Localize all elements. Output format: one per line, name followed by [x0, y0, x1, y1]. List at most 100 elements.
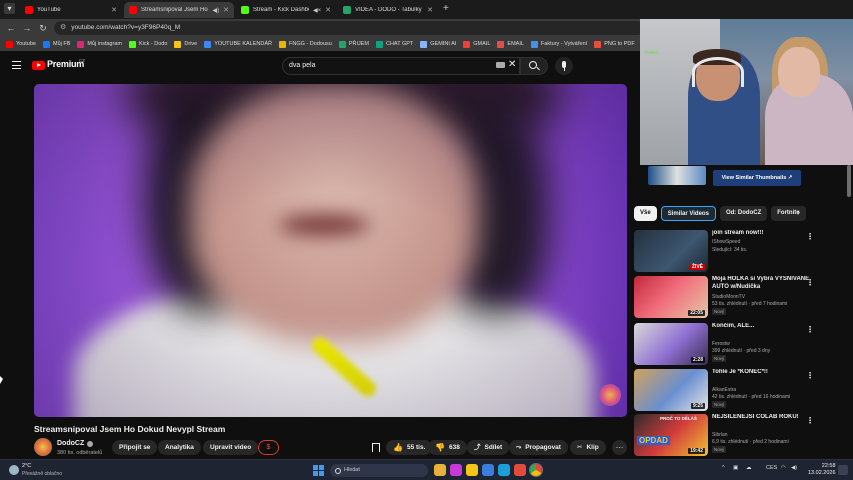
speaker-icon[interactable]: ◀) [213, 7, 220, 14]
clear-search-icon[interactable]: ✕ [508, 59, 516, 70]
taskbar-search-input[interactable]: Hledat [330, 464, 428, 477]
close-tab-icon[interactable]: ✕ [111, 6, 117, 14]
tray-cloud-icon[interactable]: ☁ [746, 465, 752, 471]
more-options-icon[interactable]: ⋮ [806, 325, 814, 334]
more-options-icon[interactable]: ⋮ [806, 278, 814, 287]
more-options-icon[interactable]: ⋮ [806, 371, 814, 380]
recommendation-thumbnail[interactable]: 2:28 [634, 323, 708, 365]
bookmark-item[interactable]: PŘIJEM [338, 40, 369, 48]
bookmark-item[interactable]: Kick - Dodo [128, 40, 167, 48]
recommendation-thumbnail[interactable]: PROČ TO DĚLÁŠ OPDAD 19:42 [634, 414, 708, 456]
back-arrow-icon[interactable]: ← [4, 21, 18, 35]
youtube-logo-icon[interactable] [32, 61, 45, 70]
bookmark-item[interactable]: Faktury - Vytváření [530, 40, 587, 48]
recommendation-item[interactable]: 2:28 Končím, ALE... Ferostw 399 zhlédnutí ·… [634, 323, 844, 367]
browser-tab-active[interactable]: Streamsnipoval Jsem Ho Do ◀) ✕ [124, 2, 234, 18]
site-info-icon[interactable]: ⚙ [60, 21, 66, 35]
promote-button[interactable]: ⤳ Propagovat [509, 440, 568, 455]
video-player[interactable] [34, 84, 627, 417]
taskbar-app-icon[interactable] [514, 464, 526, 476]
taskbar-app-icon[interactable] [434, 464, 446, 476]
channel-avatar[interactable] [34, 438, 52, 456]
recommendation-item[interactable]: PROČ TO DĚLÁŠ OPDAD 19:42 NEJŠÍLENĚJŠÍ COLA… [634, 414, 844, 458]
chrome-taskbar-icon[interactable] [530, 464, 542, 476]
bookmark-item[interactable]: GEMINI AI [420, 40, 456, 48]
bookmark-item[interactable]: EMAIL [497, 40, 524, 48]
channel-name[interactable]: DodoCZ [57, 440, 94, 447]
search-input[interactable]: dva pela [282, 57, 520, 75]
bookmark-item[interactable]: PNG to PDF [594, 40, 635, 48]
weather-temperature[interactable]: 2°C [22, 463, 31, 469]
more-options-icon[interactable]: ⋮ [806, 232, 814, 241]
more-options-icon[interactable]: ⋮ [806, 416, 814, 425]
new-tab-button[interactable]: + [443, 3, 449, 14]
bookmark-item[interactable]: Můj FB [43, 40, 70, 48]
taskbar-app-icon[interactable] [482, 464, 494, 476]
recommendation-item[interactable]: ŽIVĚ join stream now!!! IShowSpeed Sledujíc… [634, 230, 844, 274]
browser-tab[interactable]: Stream - Kick Dashboard ◀× ✕ [236, 2, 336, 18]
bookmark-item[interactable]: Youtube [6, 40, 36, 48]
forward-arrow-icon[interactable]: → [20, 21, 34, 35]
view-similar-thumbnails-button[interactable]: View Similar Thumbnails ↗ [713, 170, 801, 186]
channel-watermark-icon[interactable] [599, 384, 621, 406]
reload-icon[interactable]: ↻ [36, 21, 50, 35]
recommendation-channel[interactable]: AlkanExtra [712, 387, 736, 393]
recommendation-channel[interactable]: StudioMoonTV [712, 294, 745, 300]
dislike-button[interactable]: 👎 638 [428, 440, 467, 455]
recommendation-channel[interactable]: Sibrlan [712, 432, 728, 438]
cloud-icon[interactable] [9, 465, 19, 475]
share-button[interactable]: ⤴ Sdílet [467, 440, 510, 455]
analytics-button[interactable]: Analytika [158, 440, 201, 455]
close-tab-icon[interactable]: ✕ [223, 6, 229, 14]
close-tab-icon[interactable]: ✕ [427, 6, 433, 14]
bookmark-item[interactable]: FNGG - Dodousu [279, 40, 332, 48]
language-indicator[interactable]: CES [766, 465, 777, 471]
recommendation-item[interactable]: 22:05 Moja HOLKA si Vybrá VYSNÍVANÉ AUTO … [634, 276, 844, 320]
chip-from-channel[interactable]: Od: DodoCZ [719, 206, 768, 221]
taskbar-app-icon[interactable] [498, 464, 510, 476]
volume-icon[interactable]: ◀) [791, 465, 797, 471]
browser-tab[interactable]: YouTube ✕ [20, 2, 122, 18]
chip-similar-videos[interactable]: Similar Videos [660, 206, 716, 221]
recommendation-thumbnail[interactable]: ŽIVĚ [634, 230, 708, 272]
bookmark-item[interactable]: CHAT GPT [375, 40, 413, 48]
edit-video-button[interactable]: Upravit video [203, 440, 259, 455]
tray-app-icon[interactable]: ▣ [733, 465, 738, 471]
weather-description[interactable]: Převážně oblačno [22, 471, 62, 477]
recommendation-channel[interactable]: Ferostw [712, 341, 730, 347]
super-thanks-button[interactable]: $ [258, 440, 279, 455]
taskbar-app-icon[interactable] [466, 464, 478, 476]
search-button[interactable] [520, 57, 548, 75]
recommendation-item[interactable]: 9:25 Tohle Je *KONEC*!! AlkanExtra 42 tis. … [634, 369, 844, 413]
tray-overflow-icon[interactable]: ^ [722, 465, 725, 471]
close-tab-icon[interactable]: ✕ [325, 6, 331, 14]
page-scrollbar[interactable] [847, 165, 851, 197]
browser-tab[interactable]: VIDEA - DODO - Tabulky Googl ✕ [338, 2, 438, 18]
notification-icon[interactable] [838, 465, 848, 475]
taskbar-app-icon[interactable] [450, 464, 462, 476]
system-clock[interactable]: 22:58 13.02.2026 [808, 463, 836, 477]
current-thumbnail-preview[interactable] [648, 166, 706, 185]
wifi-icon[interactable]: ◠ [781, 465, 786, 471]
chip-fortnite[interactable]: Fortnite [771, 206, 806, 221]
clip-button[interactable]: ✂ Klip [570, 440, 606, 455]
bookmark-item[interactable]: Drive [174, 40, 197, 48]
keyboard-icon[interactable] [496, 62, 505, 68]
voice-search-mic-icon[interactable] [555, 57, 573, 75]
chip-all[interactable]: Vše [634, 206, 657, 221]
tab-search-icon[interactable]: ▾ [4, 3, 15, 14]
url-bar[interactable]: ⚙ youtube.com/watch?v=y3F96P40q_M [54, 21, 644, 35]
save-bookmark-icon[interactable] [366, 441, 384, 455]
muted-speaker-icon[interactable]: ◀× [313, 7, 321, 14]
menu-icon[interactable] [12, 61, 21, 69]
bookmark-item[interactable]: GMAIL [463, 40, 490, 48]
windows-start-icon[interactable] [313, 465, 324, 476]
like-button[interactable]: 👍 55 tis. [386, 440, 433, 455]
bookmark-item[interactable]: YOUTUBE KALENDÁŘ [204, 40, 272, 48]
more-actions-icon[interactable]: … [612, 440, 627, 455]
recommendation-thumbnail[interactable]: 22:05 [634, 276, 708, 318]
recommendation-thumbnail[interactable]: 9:25 [634, 369, 708, 411]
chips-next-arrow-icon[interactable]: › [797, 207, 800, 217]
join-button[interactable]: Připojit se [112, 440, 158, 455]
recommendation-channel[interactable]: IShowSpeed [712, 239, 740, 245]
